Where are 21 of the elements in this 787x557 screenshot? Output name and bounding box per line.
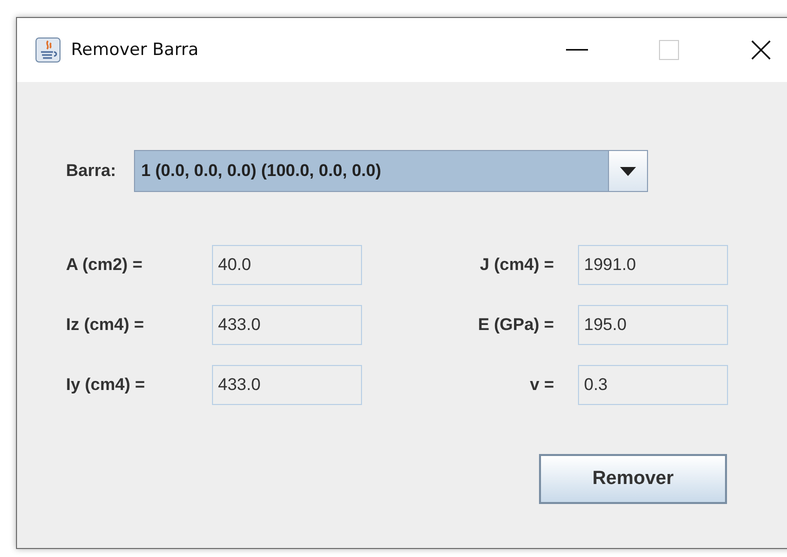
close-icon bbox=[751, 40, 771, 60]
field-label: Iz (cm4) = bbox=[66, 315, 144, 335]
dropdown-arrow-icon bbox=[620, 166, 636, 176]
input-field[interactable]: 1991.0 bbox=[578, 245, 728, 285]
field-label: J (cm4) = bbox=[480, 255, 554, 275]
input-field[interactable]: 433.0 bbox=[212, 305, 362, 345]
input-field[interactable]: 0.3 bbox=[578, 365, 728, 405]
maximize-icon bbox=[659, 40, 679, 60]
field-label: v = bbox=[530, 375, 554, 395]
barra-label: Barra: bbox=[66, 161, 116, 181]
input-field[interactable]: 195.0 bbox=[578, 305, 728, 345]
minimize-icon bbox=[566, 49, 588, 51]
remover-button[interactable]: Remover bbox=[539, 454, 727, 504]
barra-dropdown[interactable]: 1 (0.0, 0.0, 0.0) (100.0, 0.0, 0.0) bbox=[134, 150, 648, 192]
field-label: Iy (cm4) = bbox=[66, 375, 145, 395]
window-title: Remover Barra bbox=[71, 40, 200, 60]
input-field[interactable]: 433.0 bbox=[212, 365, 362, 405]
field-label: A (cm2) = bbox=[66, 255, 142, 275]
input-field[interactable]: 40.0 bbox=[212, 245, 362, 285]
app-icon bbox=[35, 37, 61, 63]
field-label: E (GPa) = bbox=[478, 315, 554, 335]
